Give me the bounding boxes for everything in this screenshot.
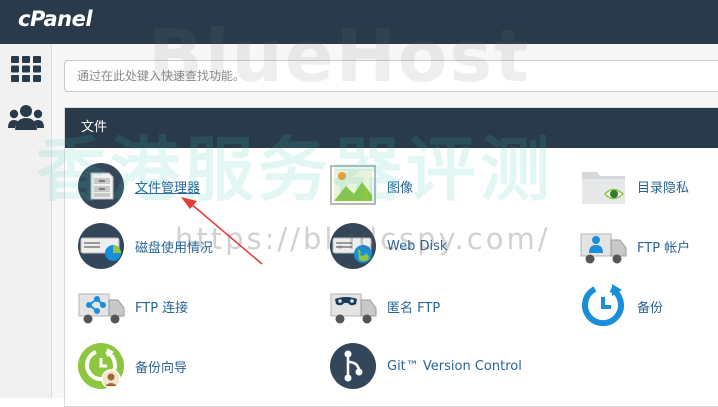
web-disk-label: Web Disk <box>387 238 448 254</box>
backup-wizard-link[interactable]: 备份向导 <box>77 342 187 390</box>
directory-privacy-label: 目录隐私 <box>637 180 690 196</box>
anonymous-ftp-link[interactable]: 匿名 FTP <box>329 282 440 330</box>
disk-usage-link[interactable]: 磁盘使用情况 <box>77 222 213 270</box>
backup-link[interactable]: 备份 <box>579 282 663 330</box>
anonymous-ftp-label: 匿名 FTP <box>387 300 441 316</box>
files-panel: 文件 文件管理器 图像 目录隐私 磁盘使用情况 Web Disk FTP 帐户 … <box>64 107 718 407</box>
file-manager-icon <box>78 163 124 209</box>
backup-wizard-label: 备份向导 <box>135 360 188 376</box>
users-icon <box>8 105 44 130</box>
images-link[interactable]: 图像 <box>329 162 413 210</box>
disk-usage-label: 磁盘使用情况 <box>135 240 214 256</box>
sidebar <box>0 44 52 398</box>
git-icon <box>330 343 376 389</box>
directory-privacy-link[interactable]: 目录隐私 <box>579 162 689 210</box>
sidebar-item-users[interactable] <box>8 100 44 134</box>
cpanel-logo[interactable]: cPanel <box>18 7 93 31</box>
top-bar: cPanel <box>0 0 718 44</box>
anonymous-ftp-icon <box>330 293 377 324</box>
disk-usage-icon <box>78 223 124 269</box>
file-manager-link[interactable]: 文件管理器 <box>77 162 200 210</box>
ftp-accounts-icon <box>580 233 627 264</box>
images-icon <box>330 165 376 205</box>
search-input[interactable] <box>64 60 718 92</box>
sidebar-item-tools[interactable] <box>8 52 44 86</box>
git-version-control-link[interactable]: Git™ Version Control <box>329 342 522 390</box>
panel-title[interactable]: 文件 <box>65 108 718 148</box>
web-disk-link[interactable]: Web Disk <box>329 222 447 270</box>
ftp-connections-link[interactable]: FTP 连接 <box>77 282 188 330</box>
git-version-control-label: Git™ Version Control <box>387 358 522 374</box>
ftp-accounts-link[interactable]: FTP 帐户 <box>579 222 690 270</box>
backup-label: 备份 <box>637 300 664 316</box>
backup-wizard-icon <box>78 343 124 389</box>
web-disk-icon <box>330 223 376 269</box>
ftp-accounts-label: FTP 帐户 <box>637 240 691 256</box>
main-content: 文件 文件管理器 图像 <box>52 44 718 407</box>
file-manager-label: 文件管理器 <box>135 180 201 196</box>
grid-icon <box>11 56 41 82</box>
directory-privacy-icon <box>582 172 625 204</box>
ftp-connections-label: FTP 连接 <box>135 300 189 316</box>
images-label: 图像 <box>387 180 414 196</box>
backup-icon <box>582 284 624 327</box>
ftp-connections-icon <box>78 293 125 324</box>
